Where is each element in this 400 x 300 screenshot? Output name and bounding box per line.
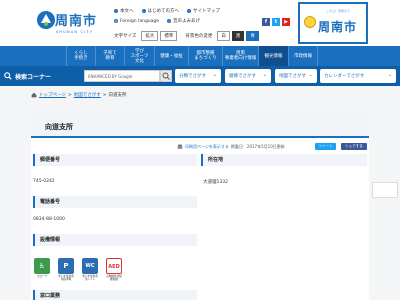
organization-search-dropdown[interactable]: 組織でさがす ⌄ — [225, 69, 271, 83]
search-icon — [4, 72, 12, 80]
breadcrumb-current: 向道支所 — [108, 93, 127, 98]
published-date: 掲載日：2017年5月10日更新 — [230, 144, 285, 149]
nav-item-business[interactable]: 周南 事業者向け情報 — [222, 46, 258, 66]
bg-white-button[interactable]: 白 — [217, 31, 230, 41]
search-bar: 検索コーナー ENHANCED BY Google 分類でさがす ⌄ 組織でさがす… — [0, 66, 400, 86]
page-meta: 印刷用ページを表示する 掲載日：2017年5月10日更新 — [177, 144, 285, 150]
tweet-button[interactable]: ツイート — [315, 143, 336, 150]
facebook-share-button[interactable]: シェアする — [341, 143, 367, 150]
printer-icon — [177, 144, 183, 149]
bg-color-label: 背景色の変更 — [185, 34, 213, 39]
nav-item-childcare[interactable]: 子育て 教育 — [95, 46, 124, 66]
utility-links-2: ◎ Foreign language ♪ 音声よみあげ — [114, 18, 200, 24]
nav-item-cityhall[interactable]: 市政情報 — [288, 46, 318, 66]
search-corner: 検索コーナー — [4, 69, 51, 83]
search-icon — [162, 72, 170, 80]
phone-value: 0834-88-1000 — [33, 217, 65, 222]
site-logo[interactable]: 周南市 SHUNAN CITY — [36, 10, 98, 38]
accessibility-controls: 文字サイズ 拡大 標準 背景色の変更 白 黒 青 — [114, 31, 259, 41]
font-size-large-button[interactable]: 拡大 — [141, 31, 159, 41]
breadcrumb-map[interactable]: 地図でさがす — [74, 92, 101, 98]
slope-icon: ♿ — [34, 258, 50, 274]
nav-item-tourism[interactable]: 観光情報 — [258, 46, 288, 66]
speaker-icon: ♪ — [167, 19, 172, 23]
address-value: 大道理1332 — [203, 180, 228, 185]
facility-aed: AED 自動体外式除細動器 — [105, 258, 123, 281]
mascot-tagline: こちら！周南のう — [326, 9, 351, 13]
accessible-toilet-icon: WC — [82, 258, 98, 274]
bg-blue-button[interactable]: 青 — [246, 31, 259, 41]
chevron-down-icon: ⌄ — [308, 72, 313, 78]
nav-item-health[interactable]: 健康・福祉 — [154, 46, 188, 66]
breadcrumb-home[interactable]: トップページ — [39, 92, 66, 98]
breadcrumb-separator: > — [102, 92, 107, 98]
home-icon — [31, 92, 37, 98]
facility-icons: ♿ スロープ P 車いす使用者用駐車場 WC 車いす使用者用トイレ AED 自動… — [33, 258, 123, 281]
services-heading: 窓口業務 — [33, 290, 197, 300]
search-button[interactable] — [160, 70, 172, 82]
arrow-icon: › — [114, 9, 118, 13]
postal-code-value: 745-0242 — [33, 179, 55, 184]
social-links: f t ▶ — [262, 18, 290, 26]
read-aloud-link[interactable]: ♪ 音声よみあげ — [167, 18, 200, 24]
facebook-icon[interactable]: f — [262, 18, 270, 26]
sitemap-link[interactable]: › サイトマップ — [187, 8, 220, 14]
arrow-icon: › — [141, 9, 146, 13]
mascot-banner[interactable]: こちら！周南のう 周南市 — [298, 2, 368, 44]
chevron-down-icon: ⌄ — [262, 72, 267, 78]
wheelchair-parking-icon: P — [58, 258, 74, 274]
nav-item-living[interactable]: くらし 手続き — [66, 46, 95, 66]
postal-code-heading: 郵便番号 — [33, 154, 197, 166]
page-top-button[interactable] — [372, 182, 398, 198]
map-search-dropdown[interactable]: 地図でさがす ⌄ — [275, 69, 317, 83]
category-search-dropdown[interactable]: 分類でさがす ⌄ — [175, 69, 221, 83]
logo-subtitle: SHUNAN CITY — [56, 30, 94, 34]
facility-caption: スロープ — [36, 275, 48, 278]
print-link[interactable]: 印刷用ページを表示する — [185, 144, 229, 150]
logo-title: 周南市 — [55, 14, 98, 29]
facilities-heading: 設備情報 — [33, 234, 197, 246]
phone-heading: 電話番号 — [33, 196, 197, 208]
twitter-icon[interactable]: t — [272, 18, 280, 26]
nav-item-urban[interactable]: 都市整備 まちづくり — [188, 46, 222, 66]
search-label: 検索コーナー — [15, 73, 52, 81]
aed-icon: AED — [106, 258, 122, 274]
arrow-icon: › — [187, 9, 191, 13]
facility-slope: ♿ スロープ — [33, 258, 51, 281]
site-header: 周南市 SHUNAN CITY › 本文へ › はじめての方へ › サイトマップ ◎ F… — [0, 0, 400, 46]
nav-item-learning[interactable]: 学び スポーツ 文化 — [124, 46, 154, 66]
title-band: 向道支所 — [31, 114, 369, 138]
search-input[interactable]: ENHANCED BY Google — [84, 70, 160, 82]
chevron-down-icon: ⌄ — [212, 72, 217, 78]
facility-caption: 自動体外式除細動器 — [106, 275, 122, 281]
facility-parking: P 車いす使用者用駐車場 — [57, 258, 75, 281]
font-size-standard-button[interactable]: 標準 — [160, 31, 178, 41]
globe-icon: ◎ — [114, 19, 118, 23]
city-emblem-icon — [37, 11, 55, 29]
facility-caption: 車いす使用者用駐車場 — [58, 275, 74, 281]
skip-to-content-link[interactable]: › 本文へ — [114, 8, 134, 14]
utility-links: › 本文へ › はじめての方へ › サイトマップ — [114, 8, 220, 14]
bg-black-button[interactable]: 黒 — [231, 31, 245, 41]
global-nav: くらし 手続き 子育て 教育 学び スポーツ 文化 健康・福祉 都市整備 まちづ… — [0, 46, 400, 66]
chevron-down-icon: ⌄ — [387, 72, 392, 78]
main-content: 向道支所 印刷用ページを表示する 掲載日：2017年5月10日更新 ツイート シ… — [31, 114, 369, 300]
first-time-link[interactable]: › はじめての方へ — [141, 8, 179, 14]
breadcrumb: トップページ > 地図でさがす > 向道支所 — [31, 92, 126, 98]
page-title: 向道支所 — [45, 123, 73, 131]
youtube-icon[interactable]: ▶ — [282, 18, 290, 26]
foreign-language-link[interactable]: ◎ Foreign language — [114, 18, 159, 24]
facility-toilet: WC 車いす使用者用トイレ — [81, 258, 99, 281]
calendar-search-dropdown[interactable]: カレンダーでさがす ⌄ — [320, 69, 396, 83]
mascot-title: 周南市 — [318, 20, 358, 34]
font-size-label: 文字サイズ — [114, 34, 137, 39]
mascot-icon — [304, 16, 316, 28]
breadcrumb-separator: > — [67, 92, 72, 98]
address-heading: 所在地 — [201, 154, 367, 166]
facility-caption: 車いす使用者用トイレ — [82, 275, 98, 281]
